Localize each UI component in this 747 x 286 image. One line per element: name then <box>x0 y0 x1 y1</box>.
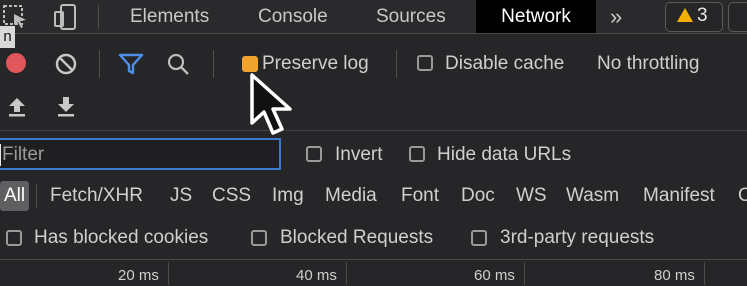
tab-network[interactable]: Network <box>476 0 596 33</box>
text-caret <box>0 144 1 166</box>
export-har-icon[interactable] <box>55 95 77 119</box>
mouse-pointer-icon <box>250 73 292 135</box>
clear-icon[interactable] <box>54 52 78 76</box>
third-party-requests-label[interactable]: 3rd-party requests <box>500 225 654 251</box>
toolbar-separator <box>213 50 214 78</box>
type-filter-wasm[interactable]: Wasm <box>566 181 619 211</box>
timeline-tick-label: 40 ms <box>296 267 337 284</box>
tab-sources[interactable]: Sources <box>376 0 446 33</box>
timeline-gridline <box>524 262 525 285</box>
timeline-gridline <box>704 262 705 285</box>
invert-label[interactable]: Invert <box>335 142 383 168</box>
invert-checkbox[interactable] <box>306 146 322 162</box>
type-filter-doc[interactable]: Doc <box>461 181 495 211</box>
type-filter-all[interactable]: All <box>0 181 30 211</box>
hide-data-urls-label[interactable]: Hide data URLs <box>437 142 571 168</box>
toolbar-divider <box>0 130 747 131</box>
toolbar-separator <box>99 50 100 78</box>
third-party-requests-checkbox[interactable] <box>471 230 487 246</box>
tab-console[interactable]: Console <box>258 0 328 33</box>
timeline-tick-label: 80 ms <box>654 267 695 284</box>
tab-elements[interactable]: Elements <box>130 0 209 33</box>
preserve-log-checkbox[interactable] <box>242 56 258 72</box>
warning-icon <box>677 8 693 22</box>
warnings-badge[interactable] <box>665 2 723 32</box>
timeline-gridline <box>168 262 169 285</box>
disable-cache-label[interactable]: Disable cache <box>445 51 564 77</box>
tab-separator <box>98 5 99 29</box>
timeline-tick-label: 20 ms <box>118 267 159 284</box>
import-har-icon[interactable] <box>6 95 28 119</box>
blocked-requests-label[interactable]: Blocked Requests <box>280 225 433 251</box>
type-filter-fetch-xhr[interactable]: Fetch/XHR <box>50 181 143 211</box>
timeline-tick-label: 60 ms <box>474 267 515 284</box>
warnings-count: 3 <box>697 5 708 26</box>
search-icon[interactable] <box>166 52 190 76</box>
type-filter-img[interactable]: Img <box>272 181 304 211</box>
type-filter-js[interactable]: JS <box>170 181 192 211</box>
device-toolbar-icon[interactable] <box>53 3 79 31</box>
hide-data-urls-checkbox[interactable] <box>409 146 425 162</box>
type-filter-other[interactable]: O <box>738 181 747 211</box>
type-filter-media[interactable]: Media <box>325 181 377 211</box>
disable-cache-checkbox[interactable] <box>417 55 433 71</box>
issues-badge[interactable] <box>728 2 747 32</box>
has-blocked-cookies-label[interactable]: Has blocked cookies <box>34 225 208 251</box>
throttling-select[interactable]: No throttling <box>597 51 699 77</box>
tooltip: n <box>0 26 15 48</box>
filter-placeholder: Filter <box>2 144 45 165</box>
type-filter-font[interactable]: Font <box>401 181 439 211</box>
toolbar-separator <box>396 50 397 78</box>
type-filter-ws[interactable]: WS <box>516 181 547 211</box>
type-filter-css[interactable]: CSS <box>212 181 251 211</box>
has-blocked-cookies-checkbox[interactable] <box>6 230 22 246</box>
chip-separator <box>36 184 37 208</box>
type-filter-manifest[interactable]: Manifest <box>643 181 715 211</box>
record-button[interactable] <box>6 53 26 73</box>
blocked-requests-checkbox[interactable] <box>251 230 267 246</box>
timeline-overview[interactable] <box>0 259 747 286</box>
more-tabs-button[interactable]: » <box>610 0 622 33</box>
timeline-gridline <box>346 262 347 285</box>
filter-icon[interactable] <box>118 53 144 75</box>
devtools-tab-bar <box>0 0 747 34</box>
